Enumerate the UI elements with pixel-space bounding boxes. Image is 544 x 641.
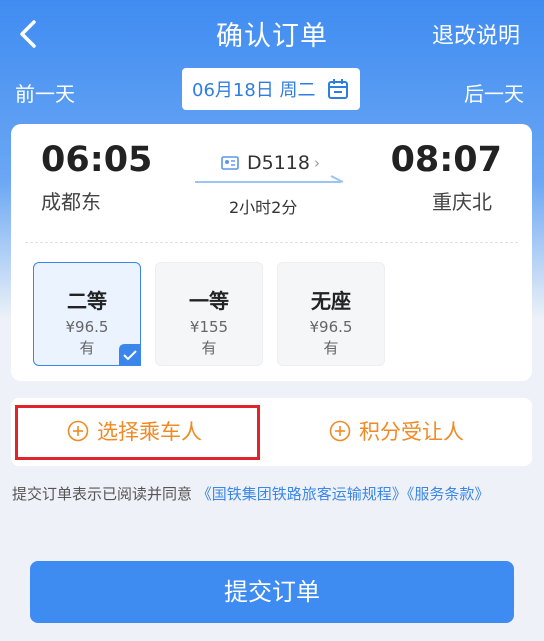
train-number: D5118 [247,152,310,174]
date-label: 06月18日 周二 [192,80,316,101]
prev-day-button[interactable]: 前一天 [15,78,75,107]
next-day-button[interactable]: 后一天 [464,78,524,107]
seat-option-first-class[interactable]: 一等 ¥155 有 [155,262,263,366]
train-number-link[interactable]: D5118 › [221,152,320,174]
train-ticket-icon [221,156,239,170]
rules-link[interactable]: 《国铁集团铁路旅客运输规程》 [197,485,407,503]
seat-availability: 有 [201,339,217,357]
agreement-prefix: 提交订单表示已阅读并同意 [12,485,193,503]
seat-option-second-class[interactable]: 二等 ¥96.5 有 [33,262,141,366]
trip-duration: 2小时2分 [229,198,298,217]
agreement-text: 提交订单表示已阅读并同意 《国铁集团铁路旅客运输规程》《服务条款》 [12,480,532,508]
seat-availability: 有 [323,339,339,357]
highlight-box [15,405,260,460]
trip-card: 06:05 成都东 D5118 › 2小时2分 08:07 重庆北 二等 ¥96… [11,124,532,381]
seat-option-no-seat[interactable]: 无座 ¥96.5 有 [277,262,385,366]
calendar-icon [327,79,348,99]
seat-class: 二等 [67,289,107,313]
chevron-right-icon: › [313,154,320,172]
divider [25,242,518,243]
terms-link[interactable]: 《服务条款》 [407,485,490,503]
arrival-station: 重庆北 [432,190,492,214]
seat-price: ¥96.5 [65,318,109,336]
seat-price: ¥96.5 [309,318,353,336]
plus-circle-icon [329,420,351,442]
seat-price: ¥155 [189,318,229,336]
departure-station: 成都东 [41,190,101,214]
departure-time: 06:05 [41,140,153,180]
seat-class: 一等 [189,289,229,313]
seat-class: 无座 [311,289,351,313]
check-icon [119,344,141,366]
date-picker[interactable]: 06月18日 周二 [182,68,360,110]
submit-order-button[interactable]: 提交订单 [30,561,514,623]
header: 确认订单 退改说明 [0,0,544,70]
points-recipient-button[interactable]: 积分受让人 [329,416,464,446]
arrival-time: 08:07 [390,140,502,180]
points-recipient-label: 积分受让人 [359,420,464,444]
date-row: 前一天 06月18日 周二 后一天 [0,68,544,112]
refund-rules-link[interactable]: 退改说明 [432,18,520,50]
route-arrow-icon [195,175,344,183]
